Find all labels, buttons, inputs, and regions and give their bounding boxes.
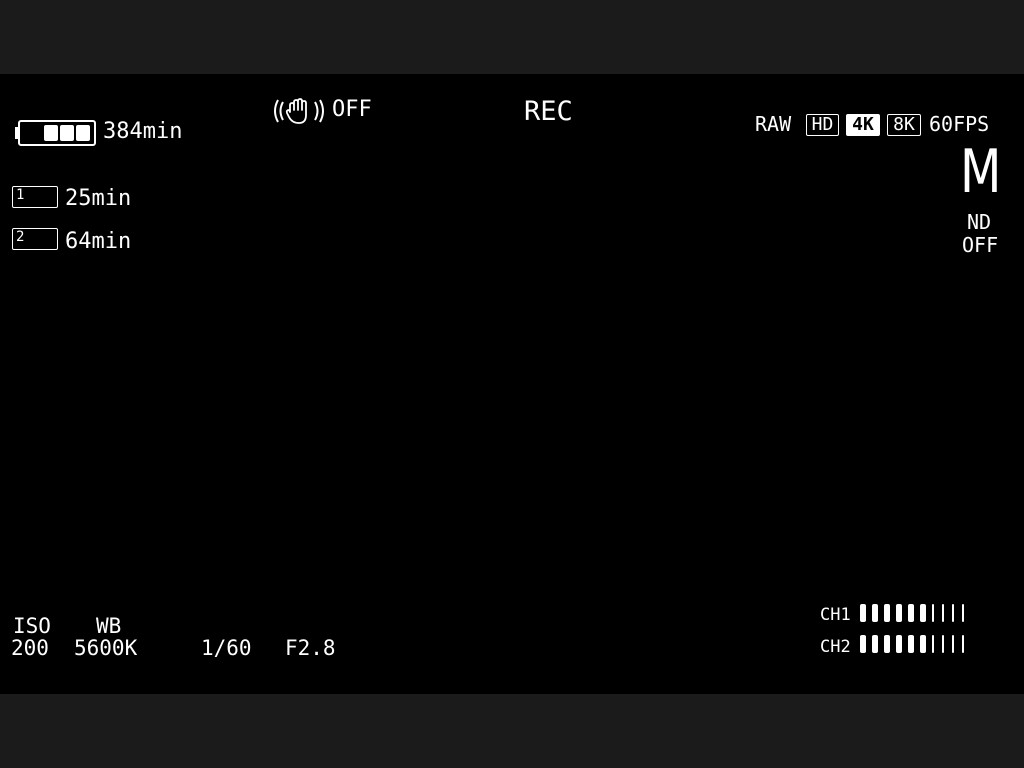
audio-meter-segment — [908, 604, 914, 622]
audio-meter-segment — [884, 635, 890, 653]
wb-label: WB — [96, 614, 122, 638]
audio-meter-segment — [860, 635, 866, 653]
audio-meter-segment — [962, 635, 964, 653]
sd-card-icon: 1 — [12, 186, 58, 208]
stabilizer-state: OFF — [332, 97, 372, 122]
battery-cell — [76, 125, 90, 141]
audio-meter-segment — [908, 635, 914, 653]
audio-meter-segment — [872, 604, 878, 622]
rec-indicator: REC — [524, 96, 573, 127]
slot-1-remaining-time: 25min — [65, 186, 132, 211]
iso-label: ISO — [13, 614, 51, 638]
audio-meter-segment — [920, 604, 926, 622]
exposure-mode[interactable]: M — [960, 142, 1001, 202]
audio-meter-segment — [932, 604, 934, 622]
aperture[interactable]: F2.8 — [285, 638, 336, 659]
audio-meter-segment — [920, 635, 926, 653]
codec-label[interactable]: RAW — [755, 114, 791, 134]
sd-card-icon: 2 — [12, 228, 58, 250]
audio-meter-segment — [884, 604, 890, 622]
nd-label: ND — [967, 210, 992, 234]
bottom-letterbox — [0, 694, 1024, 768]
audio-meter-segment — [860, 604, 866, 622]
audio-meter-segment — [942, 635, 944, 653]
audio-channel-2-label: CH2 — [820, 637, 851, 657]
resolution-hd-badge[interactable]: HD — [806, 114, 839, 136]
hand-stabilizer-icon[interactable] — [272, 96, 326, 126]
battery-remaining-time: 384min — [103, 119, 183, 144]
audio-channel-1-label: CH1 — [820, 605, 851, 625]
audio-meter-segment — [942, 604, 944, 622]
battery-cell — [60, 125, 74, 141]
audio-meter-segment — [896, 604, 902, 622]
wb-value[interactable]: 5600K — [74, 638, 137, 659]
audio-meter-segment — [896, 635, 902, 653]
nd-state[interactable]: OFF — [962, 235, 998, 255]
audio-meter-segment — [932, 635, 934, 653]
iso-value[interactable]: 200 — [11, 638, 49, 659]
frame-rate[interactable]: 60FPS — [929, 114, 989, 134]
top-letterbox — [0, 0, 1024, 74]
battery-cell — [44, 125, 58, 141]
slot-number: 1 — [16, 187, 25, 203]
audio-level-meter-ch2 — [860, 635, 978, 657]
resolution-4k-badge[interactable]: 4K — [846, 114, 880, 136]
shutter-speed[interactable]: 1/60 — [201, 638, 252, 659]
audio-meter-segment — [962, 604, 964, 622]
audio-meter-segment — [952, 635, 954, 653]
slot-2-remaining-time: 64min — [65, 229, 132, 254]
audio-level-meter-ch1 — [860, 604, 978, 626]
audio-meter-segment — [952, 604, 954, 622]
resolution-8k-badge[interactable]: 8K — [887, 114, 921, 136]
battery-icon — [15, 120, 96, 146]
audio-meter-segment — [872, 635, 878, 653]
viewfinder-screen — [0, 74, 1024, 694]
slot-number: 2 — [16, 229, 25, 245]
